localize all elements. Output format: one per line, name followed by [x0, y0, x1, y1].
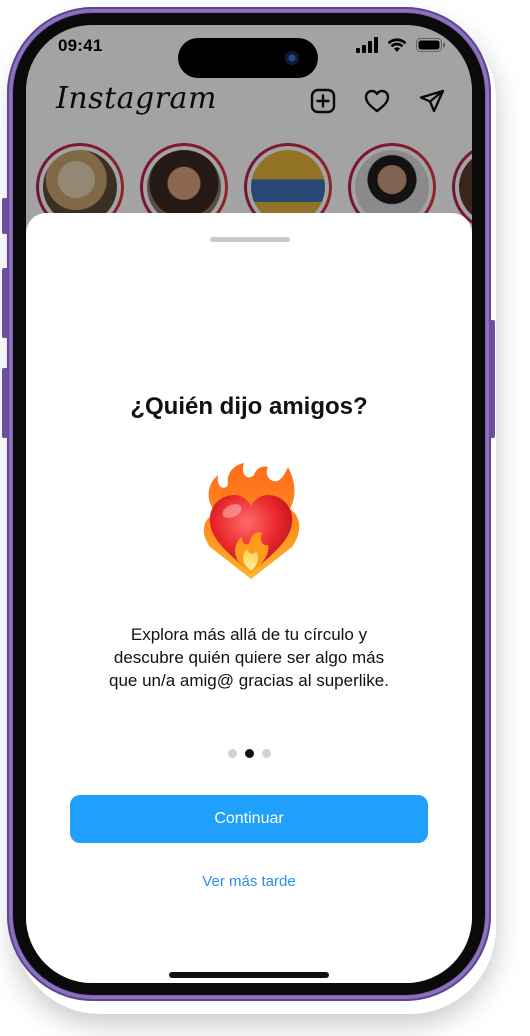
continue-button[interactable]: Continuar [70, 795, 428, 843]
pagination-dot[interactable] [262, 749, 271, 758]
sheet-title: ¿Quién dijo amigos? [130, 393, 368, 420]
volume-down-button [2, 368, 8, 438]
description-line: que un/a amig@ gracias al superlike. [109, 671, 389, 690]
volume-up-button [2, 268, 8, 338]
sheet-grabber[interactable] [210, 237, 290, 242]
description-line: descubre quién quiere ser algo más [113, 648, 385, 667]
pagination-dot-active[interactable] [245, 749, 254, 758]
power-button [489, 320, 495, 438]
description-line: Explora más allá de tu círculo y [130, 625, 368, 644]
front-camera-icon [285, 51, 299, 65]
see-later-link[interactable]: Ver más tarde [26, 873, 472, 890]
home-indicator[interactable] [169, 972, 329, 978]
bottom-sheet: ¿Quién dijo amigos? Explora más allá de … [26, 213, 472, 983]
phone-screen: 09:41 Instagram ¿Quién dijo amigos? Expl… [26, 25, 472, 983]
sheet-description: Explora más allá de tu círculo y descubr… [66, 623, 432, 692]
action-button [2, 198, 8, 234]
pagination-dot[interactable] [228, 749, 237, 758]
heart-on-fire-icon [198, 461, 304, 581]
dynamic-island [178, 38, 318, 78]
